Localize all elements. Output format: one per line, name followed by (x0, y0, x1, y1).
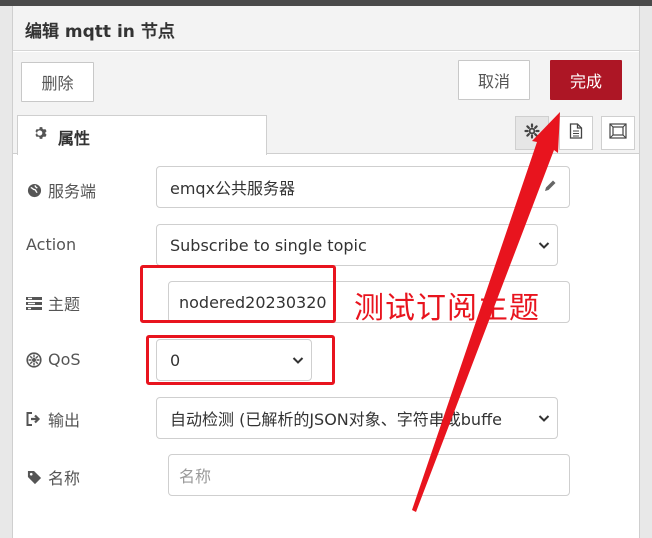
name-label: 名称 (48, 469, 81, 488)
dialog-title: 编辑 mqtt in 节点 (25, 22, 175, 42)
tab-properties-label: 属性 (58, 129, 91, 148)
dialog-toolbar: 删除 取消 完成 (13, 52, 639, 108)
settings-tab-button[interactable] (515, 116, 549, 150)
topic-label: 主题 (48, 295, 81, 314)
description-tab-button[interactable] (559, 116, 593, 150)
sign-out-icon (26, 412, 42, 426)
gear-icon (524, 123, 540, 143)
cancel-button[interactable]: 取消 (458, 60, 530, 100)
action-label: Action (26, 235, 77, 254)
document-icon (569, 123, 583, 143)
chevron-down-icon (538, 415, 550, 422)
frame-icon (609, 123, 627, 143)
server-select[interactable]: emqx公共服务器 (156, 166, 558, 208)
tasks-icon (26, 296, 42, 310)
edit-server-button[interactable] (530, 166, 570, 208)
name-input[interactable]: 名称 (168, 454, 570, 496)
right-workspace-strip (640, 6, 652, 538)
name-label-row: 名称 (26, 465, 80, 489)
topic-label-row: 主题 (26, 291, 80, 315)
qos-label-row: QoS (26, 350, 81, 369)
qos-label: QoS (48, 350, 81, 369)
appearance-tab-button[interactable] (601, 116, 635, 150)
output-label: 输出 (48, 411, 81, 430)
qos-icon (26, 351, 42, 368)
tabs-row: 属性 (13, 108, 639, 155)
action-label-row: Action (26, 235, 76, 254)
left-workspace-strip (0, 6, 12, 538)
globe-icon (26, 183, 42, 198)
done-button[interactable]: 完成 (550, 60, 622, 100)
server-label: 服务端 (48, 182, 97, 201)
action-select-value: Subscribe to single topic (170, 235, 367, 255)
server-label-row: 服务端 (26, 178, 96, 202)
output-select-value: 自动检测 (已解析的JSON对象、字符串或buffe (170, 410, 502, 429)
gear-icon (34, 126, 48, 144)
output-select[interactable]: 自动检测 (已解析的JSON对象、字符串或buffe (156, 397, 558, 439)
tag-icon (26, 470, 42, 485)
qos-highlight-box (146, 335, 335, 385)
pencil-icon (543, 178, 557, 197)
tab-properties[interactable]: 属性 (17, 115, 267, 155)
delete-button[interactable]: 删除 (21, 62, 94, 102)
topic-highlight-box (140, 265, 336, 323)
dialog-header: 编辑 mqtt in 节点 (13, 6, 639, 51)
annotation-text: 测试订阅主题 (354, 291, 540, 326)
server-select-value: emqx公共服务器 (170, 179, 296, 198)
action-select[interactable]: Subscribe to single topic (156, 224, 558, 266)
output-label-row: 输出 (26, 407, 80, 431)
name-input-placeholder: 名称 (179, 467, 212, 486)
chevron-down-icon (538, 242, 550, 249)
